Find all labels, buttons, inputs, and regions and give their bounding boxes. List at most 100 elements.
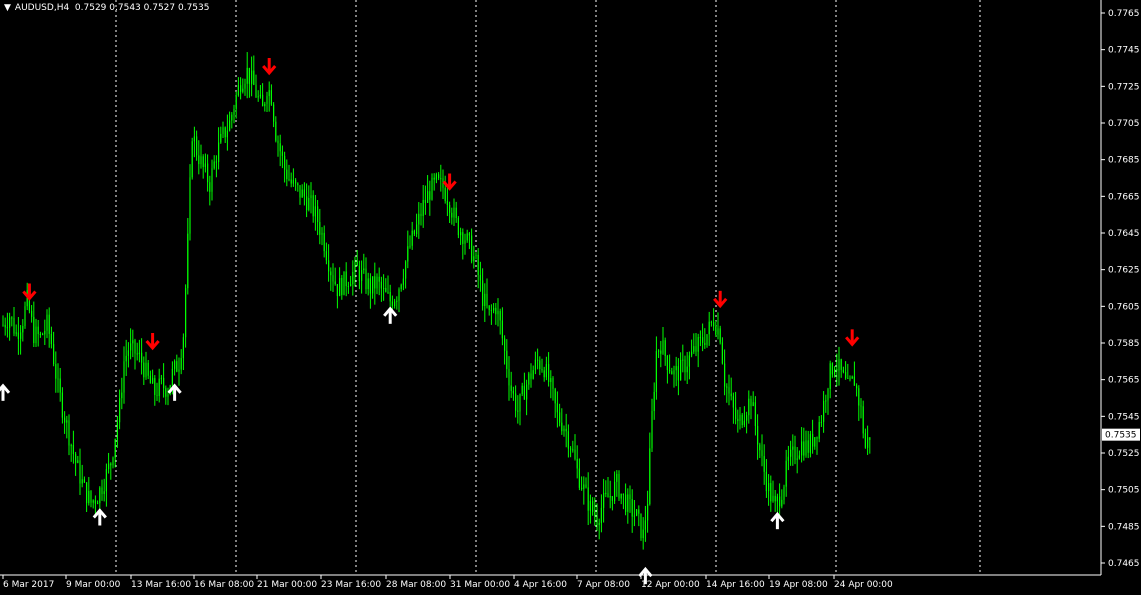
candle-body — [809, 434, 811, 453]
y-tick-label: 0.7625 — [1108, 266, 1140, 276]
candle-body — [341, 278, 343, 295]
candle-body — [332, 275, 334, 282]
candle-body — [160, 377, 162, 379]
candle-body — [532, 370, 534, 379]
candle-body — [422, 199, 424, 217]
candle-body — [68, 420, 70, 446]
candle-body — [858, 388, 860, 406]
candle-body — [644, 520, 646, 530]
candle-body — [785, 460, 787, 487]
candle-body — [805, 440, 807, 456]
candle-body — [134, 340, 136, 354]
candle-body — [9, 317, 11, 328]
candle-body — [581, 487, 583, 489]
candle-body — [827, 388, 829, 401]
candle-body — [429, 191, 431, 200]
x-tick-label: 4 Apr 16:00 — [514, 580, 567, 590]
candle-body — [666, 355, 668, 371]
candle-body — [114, 438, 116, 458]
candle-body — [801, 441, 803, 456]
candle-body — [493, 307, 495, 311]
candle-body — [735, 407, 737, 419]
candle-body — [757, 425, 759, 445]
candle-body — [783, 486, 785, 500]
candle-body — [59, 378, 61, 393]
candle-body — [818, 422, 820, 439]
y-tick-label: 0.7605 — [1108, 302, 1140, 312]
candle-body — [319, 222, 321, 235]
candle-body — [325, 251, 327, 261]
candle-body — [145, 362, 147, 378]
candle-body — [675, 366, 677, 371]
candle-body — [798, 455, 800, 459]
candle-body — [572, 449, 574, 451]
candle-body — [103, 491, 105, 494]
candle-body — [242, 88, 244, 92]
candle-body — [196, 136, 198, 156]
candle-body — [594, 511, 596, 516]
candle-body — [691, 351, 693, 356]
candle-body — [776, 496, 778, 502]
candle-body — [449, 205, 451, 213]
candle-body — [53, 344, 55, 365]
candle-body — [180, 357, 182, 370]
x-tick-label: 16 Mar 08:00 — [194, 580, 254, 590]
candle-body — [323, 232, 325, 252]
y-tick-label: 0.7645 — [1108, 229, 1140, 239]
candle-body — [680, 359, 682, 381]
candle-body — [383, 287, 385, 289]
sell-arrow-icon — [262, 58, 277, 76]
candle-body — [477, 254, 479, 275]
candle-body — [812, 434, 814, 447]
candle-body — [473, 256, 475, 262]
candle-body — [616, 473, 618, 482]
candle-body — [345, 271, 347, 287]
candle-body — [204, 163, 206, 167]
candle-body — [4, 324, 6, 328]
candle-body — [420, 213, 422, 217]
candle-body — [132, 340, 134, 344]
candle-body — [352, 271, 354, 285]
candle-body — [545, 364, 547, 378]
candle-body — [306, 196, 308, 211]
candle-body — [310, 195, 312, 199]
candle-body — [550, 378, 552, 383]
candle-body — [367, 278, 369, 290]
y-tick-label: 0.7705 — [1108, 119, 1140, 129]
candle-body — [235, 95, 237, 109]
candle-body — [444, 187, 446, 201]
candle-body — [565, 428, 567, 432]
candle-body — [829, 363, 831, 389]
candle-body — [389, 292, 391, 302]
candle-body — [548, 364, 550, 383]
candle-body — [363, 268, 365, 271]
candle-body — [451, 212, 453, 218]
candle-body — [127, 350, 129, 356]
candle-body — [394, 301, 396, 307]
candle-body — [334, 281, 336, 285]
candle-body — [275, 121, 277, 141]
candle-body — [629, 494, 631, 500]
candle-body — [640, 513, 642, 539]
y-tick-label: 0.7505 — [1108, 486, 1140, 496]
candle-body — [191, 141, 193, 178]
candle-body — [240, 85, 242, 92]
candle-body — [847, 378, 849, 380]
candle-body — [75, 453, 77, 463]
candle-body — [130, 343, 132, 351]
candle-body — [530, 373, 532, 379]
candle-body — [233, 108, 235, 115]
price-chart[interactable]: 0.7765 0.7745 0.7725 0.7705 0.7685 0.7665 0.76… — [0, 0, 1141, 595]
candle-body — [244, 83, 246, 89]
buy-arrow-icon — [770, 511, 785, 530]
candle-body — [92, 500, 94, 503]
candle-body — [730, 393, 732, 397]
candle-body — [61, 392, 63, 418]
candle-body — [856, 385, 858, 389]
candle-body — [255, 84, 257, 97]
candle-body — [495, 307, 497, 315]
candle-body — [537, 359, 539, 361]
candle-body — [455, 207, 457, 219]
candle-body — [409, 245, 411, 247]
price-axis: 0.7765 0.7745 0.7725 0.7705 0.7685 0.7665 0.76… — [1100, 0, 1140, 575]
